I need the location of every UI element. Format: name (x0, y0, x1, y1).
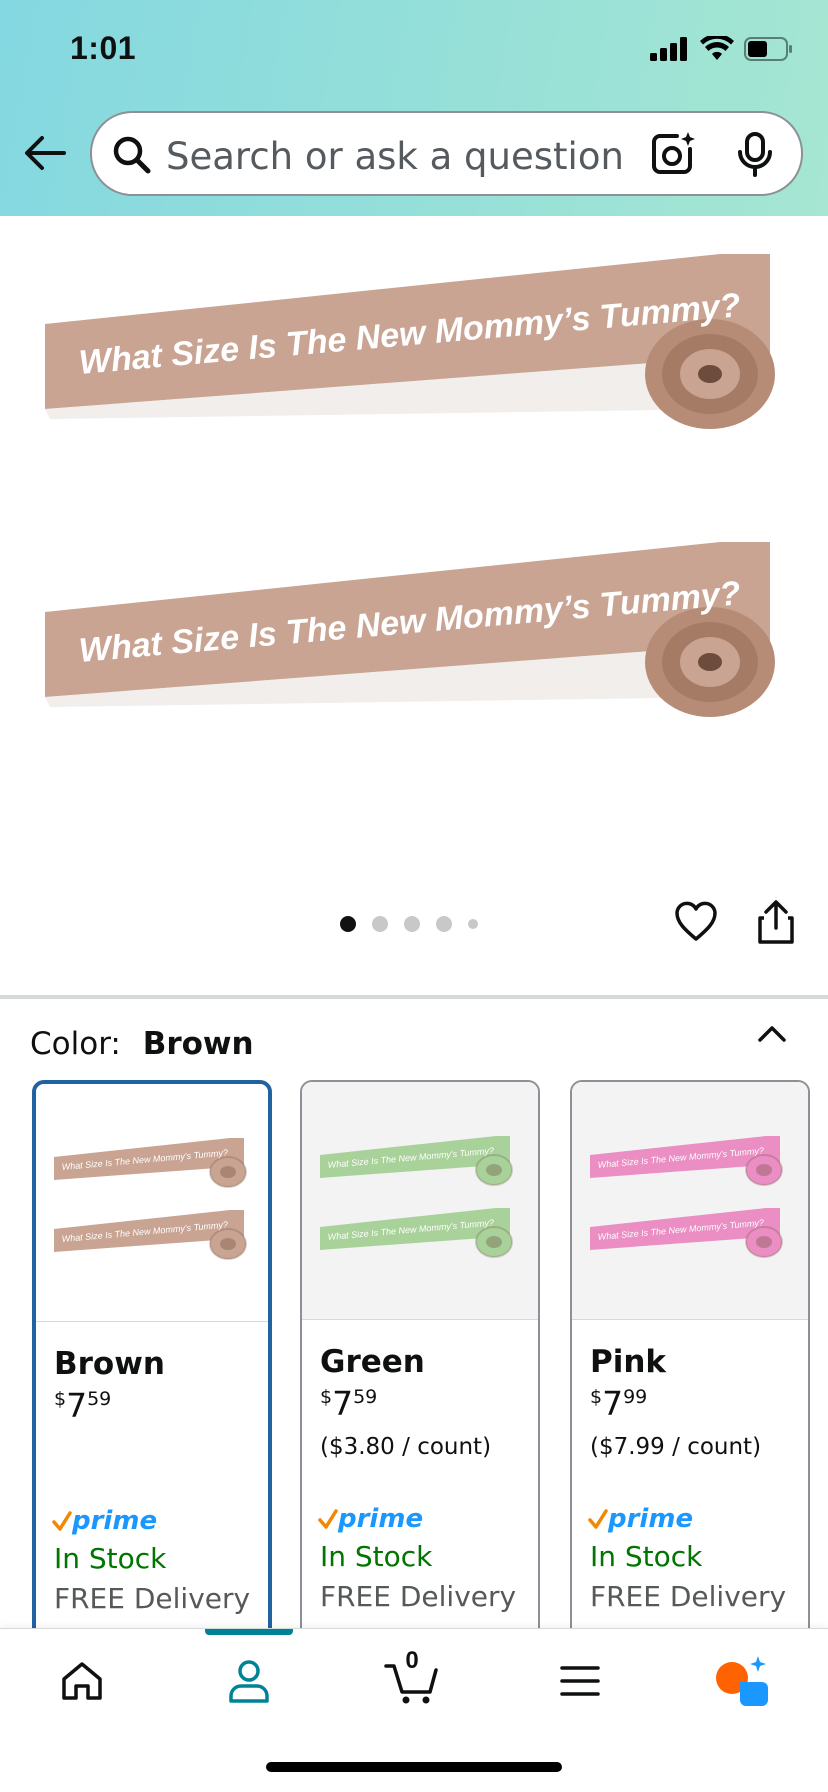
carousel-dot[interactable] (372, 916, 388, 932)
stock-status: In Stock (320, 1540, 433, 1573)
share-icon (758, 900, 794, 944)
status-time: 1:01 (70, 30, 137, 66)
prime-check-icon (588, 1509, 608, 1529)
unit-price: ($3.80 / count) (320, 1434, 492, 1460)
price-fraction: 99 (623, 1386, 648, 1408)
wifi-icon (700, 36, 734, 60)
price-currency: $ (590, 1386, 603, 1408)
stock-status: In Stock (590, 1540, 703, 1573)
camera-lens-icon[interactable] (649, 131, 695, 177)
rufus-ai-icon (716, 1656, 768, 1706)
selected-color: Brown (142, 1026, 254, 1062)
price-currency: $ (320, 1386, 333, 1408)
home-icon (62, 1662, 102, 1700)
prime-check-icon (52, 1511, 72, 1531)
swatch-name: Brown (54, 1346, 165, 1382)
carousel-dot[interactable] (340, 916, 356, 932)
swatch-thumbnail: What Size Is The New Mommy’s Tummy? What… (572, 1082, 808, 1320)
wishlist-button[interactable] (674, 900, 718, 947)
product-image-tape: What Size Is The New Mommy’s Tummy? (45, 254, 775, 429)
person-icon (229, 1660, 269, 1703)
nav-menu[interactable] (550, 1651, 610, 1711)
swatch-thumbnail: What Size Is The New Mommy’s Tummy? What… (302, 1082, 538, 1320)
swatch-thumbnail-tape: What Size Is The New Mommy’s Tummy? (54, 1210, 247, 1260)
swatch-thumbnail-tape: What Size Is The New Mommy’s Tummy? (320, 1208, 513, 1258)
search-icon (113, 136, 151, 174)
prime-label: prime (72, 1506, 158, 1536)
price-whole: 7 (332, 1384, 354, 1423)
color-swatch-green[interactable]: What Size Is The New Mommy’s Tummy? What… (300, 1080, 540, 1640)
chevron-up-icon (758, 1026, 786, 1042)
price-fraction: 59 (87, 1388, 112, 1410)
carousel-dots (340, 916, 478, 932)
delivery-info: FREE Delivery (590, 1580, 787, 1613)
home-indicator (266, 1762, 562, 1772)
battery-icon (744, 37, 792, 61)
search-input[interactable]: Search or ask a question (166, 135, 624, 178)
nav-home[interactable] (52, 1651, 112, 1711)
color-swatch-brown[interactable]: What Size Is The New Mommy’s Tummy? What… (32, 1080, 272, 1640)
swatch-thumbnail-tape: What Size Is The New Mommy’s Tummy? (54, 1138, 247, 1188)
prime-badge: prime (588, 1504, 693, 1534)
color-swatch-pink[interactable]: What Size Is The New Mommy’s Tummy? What… (570, 1080, 810, 1640)
swatch-thumbnail-tape: What Size Is The New Mommy’s Tummy? (590, 1136, 783, 1186)
product-image-tape: What Size Is The New Mommy’s Tummy? (45, 542, 775, 717)
prime-label: prime (608, 1504, 694, 1534)
section-divider (0, 995, 828, 999)
nav-account[interactable] (219, 1651, 279, 1711)
swatch-thumbnail-tape: What Size Is The New Mommy’s Tummy? (590, 1208, 783, 1258)
delivery-info: FREE Delivery (54, 1582, 251, 1615)
price-fraction: 59 (353, 1386, 378, 1408)
product-image-carousel[interactable]: What Size Is The New Mommy’s Tummy? What… (0, 216, 828, 986)
swatch-price: $759 (54, 1386, 111, 1425)
collapse-button[interactable] (756, 1018, 788, 1055)
back-arrow-icon (25, 136, 66, 170)
microphone-icon[interactable] (735, 131, 775, 177)
price-currency: $ (54, 1388, 67, 1410)
swatch-thumbnail-tape: What Size Is The New Mommy’s Tummy? (320, 1136, 513, 1186)
heart-icon (675, 901, 717, 941)
prime-badge: prime (318, 1504, 423, 1534)
delivery-info: FREE Delivery (320, 1580, 517, 1613)
color-label: Color: (30, 1026, 121, 1062)
color-selector-label: Color: Brown (30, 1026, 254, 1062)
share-button[interactable] (754, 898, 798, 951)
swatch-name: Green (320, 1344, 425, 1380)
nav-active-indicator (205, 1629, 293, 1635)
swatch-thumbnail: What Size Is The New Mommy’s Tummy? What… (36, 1084, 268, 1322)
app-header: 1:01 Search or ask a question (0, 0, 828, 216)
status-icons (650, 36, 794, 62)
prime-badge: prime (52, 1506, 157, 1536)
nav-cart[interactable]: 0 (382, 1647, 442, 1711)
unit-price: ($7.99 / count) (590, 1434, 762, 1460)
carousel-dot[interactable] (404, 916, 420, 932)
cellular-signal-icon (650, 37, 687, 61)
swatch-price: $799 (590, 1384, 647, 1423)
menu-icon (560, 1666, 600, 1696)
price-whole: 7 (602, 1384, 624, 1423)
cart-count: 0 (405, 1647, 419, 1674)
search-bar[interactable]: Search or ask a question (90, 111, 803, 196)
prime-label: prime (338, 1504, 424, 1534)
stock-status: In Stock (54, 1542, 167, 1575)
prime-check-icon (318, 1509, 338, 1529)
carousel-dot[interactable] (436, 916, 452, 932)
swatch-name: Pink (590, 1344, 667, 1380)
nav-rufus[interactable] (712, 1651, 772, 1711)
carousel-dot[interactable] (468, 919, 478, 929)
swatch-price: $759 (320, 1384, 377, 1423)
price-whole: 7 (66, 1386, 88, 1425)
back-button[interactable] (22, 130, 68, 176)
